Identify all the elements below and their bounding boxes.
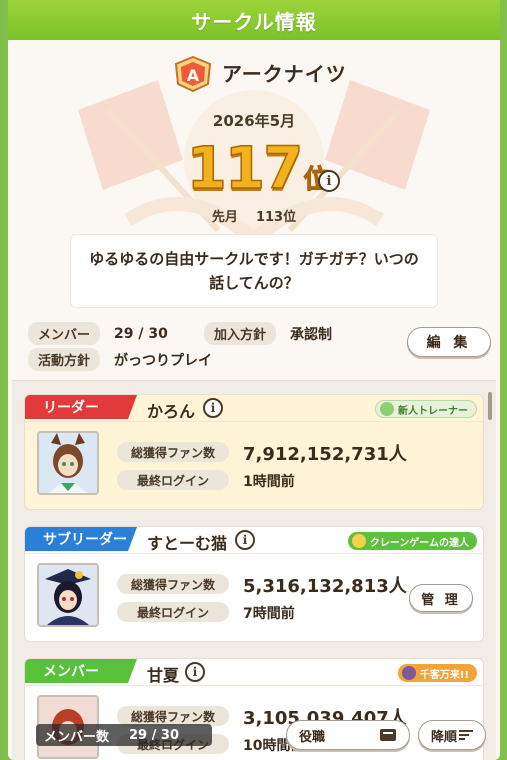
- rank-info-button[interactable]: i: [318, 170, 340, 192]
- character-portrait-icon: [39, 433, 97, 493]
- join-policy-label: 加入方針: [204, 322, 277, 345]
- role-sort-button[interactable]: 役職: [286, 720, 410, 750]
- club-info-panel: サークル情報 A アークナイツ 2026年5月 117 位 i 先月 113位 ゆ…: [8, 0, 500, 760]
- manage-button[interactable]: 管 理: [409, 584, 473, 612]
- members-value: 29 / 30: [114, 325, 168, 342]
- fans-value: 7,912,152,731人: [243, 444, 407, 465]
- role-tag: サブリーダー: [25, 527, 137, 551]
- activity-policy-row: 活動方針 がっつりプレイ: [28, 348, 212, 371]
- last-login-value: 7時間前: [243, 606, 295, 622]
- fans-label: 総獲得ファン数: [117, 442, 229, 462]
- divider: [25, 421, 483, 422]
- previous-rank-value: 113位: [255, 210, 297, 225]
- sort-lines-icon: [459, 730, 473, 740]
- edit-button[interactable]: 編 集: [407, 327, 491, 357]
- avatar[interactable]: [37, 563, 99, 627]
- divider: [25, 685, 483, 686]
- members-row: メンバー 29 / 30: [28, 322, 168, 345]
- sort-order-label: 降順: [431, 729, 458, 745]
- character-pair-icon: [401, 666, 416, 680]
- role-tag: メンバー: [25, 659, 137, 683]
- title-badge-label: クレーンゲームの達人: [369, 537, 469, 549]
- page-title: サークル情報: [8, 0, 500, 40]
- club-description: ゆるゆるの自由サークルです！ガチガチ？いつの話してんの？: [70, 234, 438, 308]
- club-rank-emblem-icon: A: [174, 56, 212, 92]
- role-tag: リーダー: [25, 395, 137, 419]
- filter-icon: [380, 729, 396, 741]
- last-login-label: 最終ログイン: [117, 602, 229, 622]
- character-portrait-icon: [39, 565, 97, 625]
- info-icon: i: [203, 398, 223, 418]
- role-sort-label: 役職: [299, 729, 326, 745]
- member-info-button[interactable]: i: [203, 398, 223, 418]
- previous-rank-label: 先月: [211, 210, 238, 225]
- member-name: 甘夏: [147, 666, 180, 685]
- fans-label: 総獲得ファン数: [117, 574, 229, 594]
- previous-rank: 先月 113位: [8, 206, 500, 225]
- member-count-label: メンバー数: [44, 729, 110, 745]
- member-list-scrollbar[interactable]: [488, 392, 492, 420]
- info-icon: i: [318, 170, 340, 192]
- member-name: すとーむ猫: [147, 534, 228, 553]
- title-badge: 新人トレーナー: [375, 400, 477, 418]
- last-login-label: 最終ログイン: [117, 470, 229, 490]
- member-name: かろん: [147, 402, 196, 421]
- title-badge: 千客万来!!: [397, 664, 477, 682]
- avatar[interactable]: [37, 431, 99, 495]
- club-name: アークナイツ: [222, 62, 347, 86]
- fans-label: 総獲得ファン数: [117, 706, 229, 726]
- ranking-period: 2026年5月: [212, 112, 296, 130]
- title-badge-label: 新人トレーナー: [398, 405, 468, 417]
- join-policy-value: 承認制: [290, 326, 333, 343]
- divider: [25, 553, 483, 554]
- member-card-subleader[interactable]: サブリーダー すとーむ猫 i クレーンゲームの達人 総獲得ファン数 5,316,…: [24, 526, 484, 642]
- member-count-value: 29 / 30: [129, 727, 179, 743]
- laurel-icon: [380, 402, 394, 416]
- members-label: メンバー: [28, 322, 101, 345]
- title-badge-label: 千客万来!!: [419, 669, 469, 681]
- info-icon: i: [235, 530, 255, 550]
- activity-policy-value: がっつりプレイ: [114, 352, 213, 369]
- last-login-value: 1時間前: [243, 474, 295, 490]
- sort-order-button[interactable]: 降順: [418, 720, 486, 750]
- rank-number: 117: [186, 133, 305, 203]
- activity-policy-label: 活動方針: [28, 348, 101, 371]
- member-info-button[interactable]: i: [235, 530, 255, 550]
- title-badge: クレーンゲームの達人: [347, 532, 477, 550]
- fans-value: 5,316,132,813人: [243, 576, 407, 597]
- member-info-button[interactable]: i: [185, 662, 205, 682]
- member-card-leader[interactable]: リーダー かろん i 新人トレーナー 総獲得ファン数 7,912,152,731…: [24, 394, 484, 510]
- gem-icon: [351, 534, 366, 548]
- info-icon: i: [185, 662, 205, 682]
- join-policy-row: 加入方針 承認制: [204, 322, 332, 345]
- member-count: メンバー数 29 / 30: [36, 724, 212, 746]
- svg-text:A: A: [187, 66, 200, 85]
